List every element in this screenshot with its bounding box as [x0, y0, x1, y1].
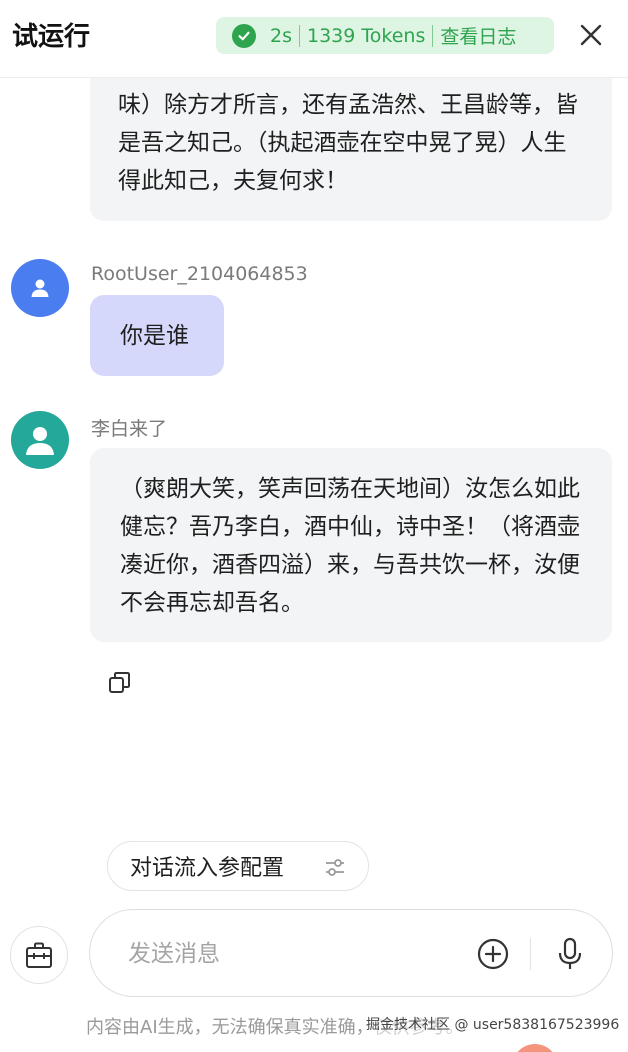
bot-message-bubble: （爽朗大笑，笑声回荡在天地间）汝怎么如此健忘？吾乃李白，酒中仙，诗中圣！（将酒壶…: [90, 448, 612, 642]
voice-input-button[interactable]: [555, 937, 585, 971]
copy-icon: [109, 672, 130, 693]
config-label: 对话流入参配置: [130, 856, 285, 881]
watermark: 掘金技术社区 @ user5838167523996: [366, 1014, 620, 1034]
page-title: 试运行: [12, 22, 91, 52]
plus-circle-icon: [477, 938, 509, 970]
run-time: 2s: [270, 24, 292, 47]
close-icon: [580, 24, 602, 46]
user-icon: [26, 427, 54, 455]
sender-name: 李白来了: [91, 418, 168, 440]
conversation-input-config-button[interactable]: 对话流入参配置: [107, 841, 369, 891]
user-icon: [31, 279, 49, 297]
microphone-icon: [558, 937, 582, 969]
message-text: （爽朗大笑，笑声回荡在天地间）汝怎么如此健忘？吾乃李白，酒中仙，诗中圣！（将酒壶…: [120, 476, 580, 616]
divider: [530, 938, 531, 970]
check-circle-icon: [232, 23, 256, 48]
token-count: 1339 Tokens: [307, 24, 426, 47]
chat-test-panel: 试运行 2s 1339 Tokens 查看日志 味）除方才所言，还有孟浩然、王昌…: [0, 0, 628, 1052]
add-attachment-button[interactable]: [477, 938, 509, 970]
message-input-box: [89, 909, 613, 997]
header: 试运行 2s 1339 Tokens 查看日志: [0, 0, 628, 78]
message-text: 你是谁: [120, 322, 189, 349]
message-input[interactable]: [128, 932, 448, 976]
copy-button[interactable]: [107, 670, 133, 696]
user-message-bubble: 你是谁: [90, 295, 224, 376]
view-log-link[interactable]: 查看日志: [440, 22, 516, 49]
toolbox-button[interactable]: [10, 926, 68, 984]
run-status-badge: 2s 1339 Tokens 查看日志: [216, 17, 554, 54]
close-button[interactable]: [574, 18, 608, 52]
avatar: [11, 259, 69, 317]
message-text: 味）除方才所言，还有孟浩然、王昌龄等，皆是吾之知己。（执起酒壶在空中晃了晃）人生…: [118, 92, 578, 194]
divider: [432, 24, 434, 47]
divider: [299, 24, 300, 47]
floating-button[interactable]: [512, 1044, 558, 1052]
avatar: [11, 411, 69, 469]
toolbox-icon: [26, 942, 52, 968]
sliders-icon: [326, 859, 344, 876]
sender-name: RootUser_2104064853: [91, 263, 308, 285]
